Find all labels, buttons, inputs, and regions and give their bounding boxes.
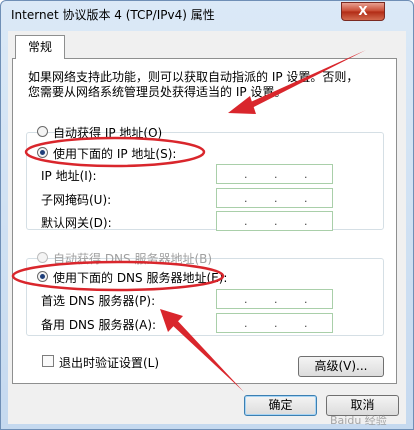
alternate-dns-input[interactable]: . . .	[216, 313, 333, 333]
ip-dot: .	[274, 192, 278, 205]
default-gateway-label: 默认网关(D):	[41, 216, 112, 230]
auto-dns-radio[interactable]	[37, 252, 48, 263]
preferred-dns-input[interactable]: . . .	[216, 289, 333, 309]
subnet-mask-label: 子网掩码(U):	[41, 193, 112, 207]
default-gateway-input[interactable]: . . .	[216, 211, 333, 231]
window-title: Internet 协议版本 4 (TCP/IPv4) 属性	[11, 8, 215, 22]
ip-dot: .	[274, 317, 278, 330]
ip-dot: .	[244, 317, 248, 330]
ip-dot: .	[244, 215, 248, 228]
ip-dot: .	[274, 168, 278, 181]
ip-address-label: IP 地址(I):	[41, 169, 97, 183]
close-button[interactable]: X	[341, 2, 385, 21]
manual-dns-radio[interactable]	[37, 271, 48, 282]
ip-dot: .	[304, 293, 308, 306]
advanced-button[interactable]: 高级(V)...	[298, 356, 384, 377]
manual-ip-label[interactable]: 使用下面的 IP 地址(S):	[53, 145, 176, 162]
description-line-2: 您需要从网络系统管理员处获得适当的 IP 设置。	[28, 85, 287, 99]
ip-dot: .	[304, 317, 308, 330]
auto-ip-radio[interactable]	[37, 126, 48, 137]
close-icon: X	[358, 4, 368, 18]
ip-dot: .	[304, 192, 308, 205]
ip-dot: .	[244, 293, 248, 306]
ip-dot: .	[244, 168, 248, 181]
subnet-mask-input[interactable]: . . .	[216, 188, 333, 208]
auto-dns-label[interactable]: 自动获得 DNS 服务器地址(B)	[53, 250, 212, 267]
ip-dot: .	[274, 293, 278, 306]
ok-button[interactable]: 确定	[244, 395, 317, 416]
validate-checkbox[interactable]	[42, 355, 54, 367]
manual-ip-radio[interactable]	[37, 147, 48, 158]
ip-dot: .	[304, 168, 308, 181]
watermark: Baidu 经验	[330, 414, 387, 427]
ip-dot: .	[274, 215, 278, 228]
preferred-dns-label: 首选 DNS 服务器(P):	[41, 294, 156, 308]
manual-dns-label[interactable]: 使用下面的 DNS 服务器地址(E):	[53, 269, 227, 286]
auto-ip-label[interactable]: 自动获得 IP 地址(O)	[53, 124, 162, 141]
title-bar[interactable]: Internet 协议版本 4 (TCP/IPv4) 属性 X	[1, 1, 413, 25]
ip-dot: .	[244, 192, 248, 205]
tab-general[interactable]: 常规	[15, 35, 65, 59]
ip-dot: .	[304, 215, 308, 228]
alternate-dns-label: 备用 DNS 服务器(A):	[41, 318, 157, 332]
validate-label[interactable]: 退出时验证设置(L)	[59, 354, 159, 371]
ip-address-input[interactable]: . . .	[216, 164, 333, 184]
